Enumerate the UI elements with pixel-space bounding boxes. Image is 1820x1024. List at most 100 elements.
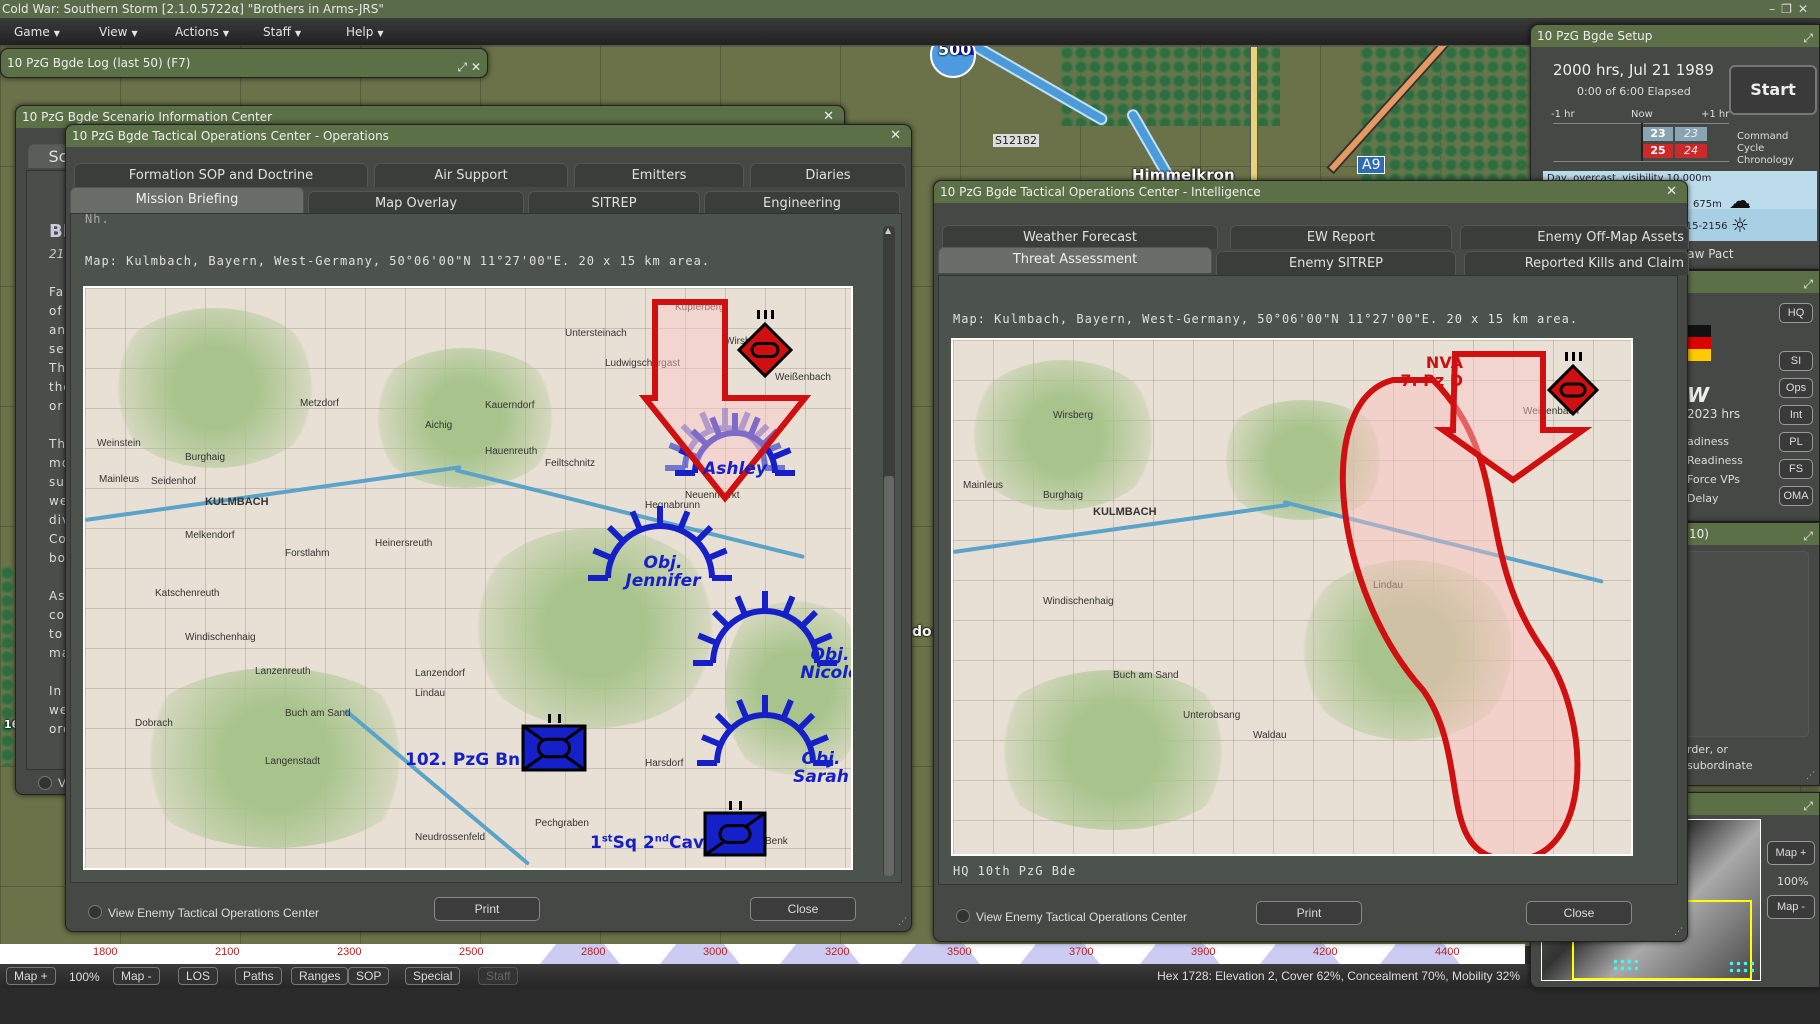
- menu-view[interactable]: View▼: [99, 25, 138, 39]
- enemy-unit-symbol: [1549, 352, 1597, 414]
- si-button[interactable]: SI: [1779, 351, 1813, 371]
- tab-ew-report[interactable]: EW Report: [1230, 225, 1452, 249]
- close-icon[interactable]: ✕: [471, 60, 481, 74]
- armor-symbol: [720, 826, 750, 843]
- secondary-road: [1250, 46, 1258, 186]
- menu-game[interactable]: Game▼: [14, 25, 60, 39]
- tab-enemy-sitrep[interactable]: Enemy SITREP: [1216, 251, 1456, 275]
- map-zoom-in-button[interactable]: Map +: [6, 967, 56, 985]
- echelon-bar: [548, 714, 551, 723]
- operations-header[interactable]: 10 PzG Bgde Tactical Operations Center -…: [66, 125, 911, 147]
- close-app-icon[interactable]: ✕: [1798, 2, 1814, 16]
- setup-header[interactable]: 10 PzG Bgde Setup ⤢: [1531, 25, 1819, 47]
- int-button[interactable]: Int: [1779, 405, 1813, 425]
- window-controls[interactable]: –❐✕: [1769, 0, 1814, 18]
- resize-grip-icon[interactable]: ⋰: [898, 917, 907, 927]
- objective-tick: [702, 737, 720, 745]
- ruler-tick: 2800: [581, 946, 605, 958]
- log-window[interactable]: 10 PzG Bgde Log (last 50) (F7) ⤢ ✕: [0, 48, 488, 78]
- paths-button[interactable]: Paths: [235, 967, 282, 985]
- tab-enemy-off-map-assets[interactable]: Enemy Off-Map Assets: [1460, 225, 1689, 249]
- tab-weather-forecast[interactable]: Weather Forecast: [942, 225, 1218, 249]
- minimap-zoom-out-button[interactable]: Map -: [1767, 895, 1815, 919]
- tab-map-overlay[interactable]: Map Overlay: [308, 191, 524, 215]
- objective-tick: [802, 612, 816, 626]
- view-enemy-toc-checkbox[interactable]: [956, 909, 970, 923]
- tab-formation-sop[interactable]: Formation SOP and Doctrine: [74, 163, 368, 187]
- objective-tick: [609, 527, 623, 541]
- scroll-thumb[interactable]: [884, 476, 894, 876]
- resize-grip-icon[interactable]: ⋰: [1674, 927, 1683, 937]
- special-button[interactable]: Special: [405, 967, 460, 985]
- timeline-now: Now: [1631, 109, 1653, 120]
- sunrise-icon: ☼: [1731, 213, 1749, 237]
- intelligence-window[interactable]: 10 PzG Bgde Tactical Operations Center -…: [933, 180, 1688, 942]
- close-icon[interactable]: ✕: [1666, 181, 1677, 203]
- log-window-controls[interactable]: ⤢ ✕: [458, 53, 482, 81]
- close-button[interactable]: Close: [1526, 901, 1632, 925]
- tab-reported-kills[interactable]: Reported Kills and Claim: [1464, 251, 1689, 275]
- ops-button[interactable]: Ops: [1779, 378, 1813, 398]
- ruler-tick: 2300: [337, 946, 361, 958]
- expand-icon[interactable]: ⤢: [1803, 273, 1813, 295]
- menu-staff[interactable]: Staff▼: [263, 25, 301, 39]
- objective-label-jennifer: Obj.Jennifer: [603, 554, 723, 590]
- tab-emitters[interactable]: Emitters: [574, 163, 744, 187]
- log-window-header[interactable]: 10 PzG Bgde Log (last 50) (F7) ⤢ ✕: [1, 49, 487, 77]
- sop-button[interactable]: SOP: [348, 967, 389, 985]
- close-icon[interactable]: ✕: [890, 125, 901, 147]
- map-zoom-out-button[interactable]: Map -: [113, 967, 160, 985]
- scenario-checkbox[interactable]: [38, 776, 52, 790]
- resize-grip-icon[interactable]: ⋰: [1806, 771, 1815, 781]
- close-button[interactable]: Close: [750, 897, 856, 921]
- menu-actions[interactable]: Actions▼: [175, 25, 229, 39]
- menu-help[interactable]: Help ▼: [346, 25, 384, 39]
- tab-threat-assessment[interactable]: Threat Assessment: [938, 247, 1212, 273]
- echelon-bar: [1572, 352, 1575, 361]
- ranges-button[interactable]: Ranges: [291, 967, 348, 985]
- intelligence-header[interactable]: 10 PzG Bgde Tactical Operations Center -…: [934, 181, 1687, 203]
- start-button[interactable]: Start: [1729, 65, 1817, 115]
- tab-air-support[interactable]: Air Support: [374, 163, 568, 187]
- minimap-zoom: 100%: [1777, 875, 1808, 888]
- expand-icon[interactable]: ⤢: [1803, 795, 1813, 817]
- hq-button[interactable]: HQ: [1779, 303, 1813, 323]
- minimize-icon[interactable]: –: [1769, 2, 1781, 16]
- partial-line: Nh.: [85, 212, 110, 226]
- oma-button[interactable]: OMA: [1779, 486, 1813, 506]
- ops-overlay-map[interactable]: KupferbergLudwigschorgastUntersteinachWi…: [83, 286, 853, 870]
- caret-down-icon: ▼: [377, 29, 383, 38]
- cycle-blue-next: 23: [1675, 127, 1707, 141]
- minimap-zoom-in-button[interactable]: Map +: [1767, 841, 1815, 865]
- objective-tick: [714, 612, 728, 626]
- tab-mission-briefing[interactable]: Mission Briefing: [70, 187, 304, 213]
- tab-engineering[interactable]: Engineering: [704, 191, 900, 215]
- menu-label: Help: [346, 25, 373, 39]
- tab-sitrep[interactable]: SITREP: [528, 191, 700, 215]
- objective-tick: [737, 596, 745, 614]
- scroll-up-icon[interactable]: ▲: [885, 226, 891, 235]
- objective-label-ashley: Ashley: [685, 460, 785, 478]
- pl-button[interactable]: PL: [1779, 432, 1813, 452]
- objective-tick: [783, 700, 791, 718]
- tab-diaries[interactable]: Diaries: [750, 163, 906, 187]
- print-button[interactable]: Print: [1256, 901, 1362, 925]
- expand-icon[interactable]: ⤢: [1803, 525, 1813, 547]
- armor-symbol: [752, 344, 778, 357]
- expand-icon[interactable]: ⤢: [458, 60, 468, 74]
- briefing-scrollbar[interactable]: ▲: [883, 226, 895, 876]
- unit-label-102-pzg-bn: 102. PzG Bn: [405, 750, 520, 770]
- los-button[interactable]: LOS: [178, 967, 218, 985]
- fs-button[interactable]: FS: [1779, 459, 1813, 479]
- restore-icon[interactable]: ❐: [1781, 2, 1798, 16]
- expand-icon[interactable]: ⤢: [1803, 27, 1813, 49]
- menu-label: View: [99, 25, 127, 39]
- scenario-info-title: 10 PzG Bgde Scenario Information Center: [22, 110, 272, 124]
- orders-list[interactable]: [1681, 551, 1809, 737]
- objective-label-sarah: Obj.Sarah: [771, 750, 853, 786]
- view-enemy-toc-checkbox[interactable]: [88, 905, 102, 919]
- operations-window[interactable]: 10 PzG Bgde Tactical Operations Center -…: [65, 124, 912, 932]
- print-button[interactable]: Print: [434, 897, 540, 921]
- threat-map[interactable]: KULMBACHWirsbergWeißenbachBurghaigMainle…: [951, 338, 1633, 856]
- ruler-tick: 3500: [947, 946, 971, 958]
